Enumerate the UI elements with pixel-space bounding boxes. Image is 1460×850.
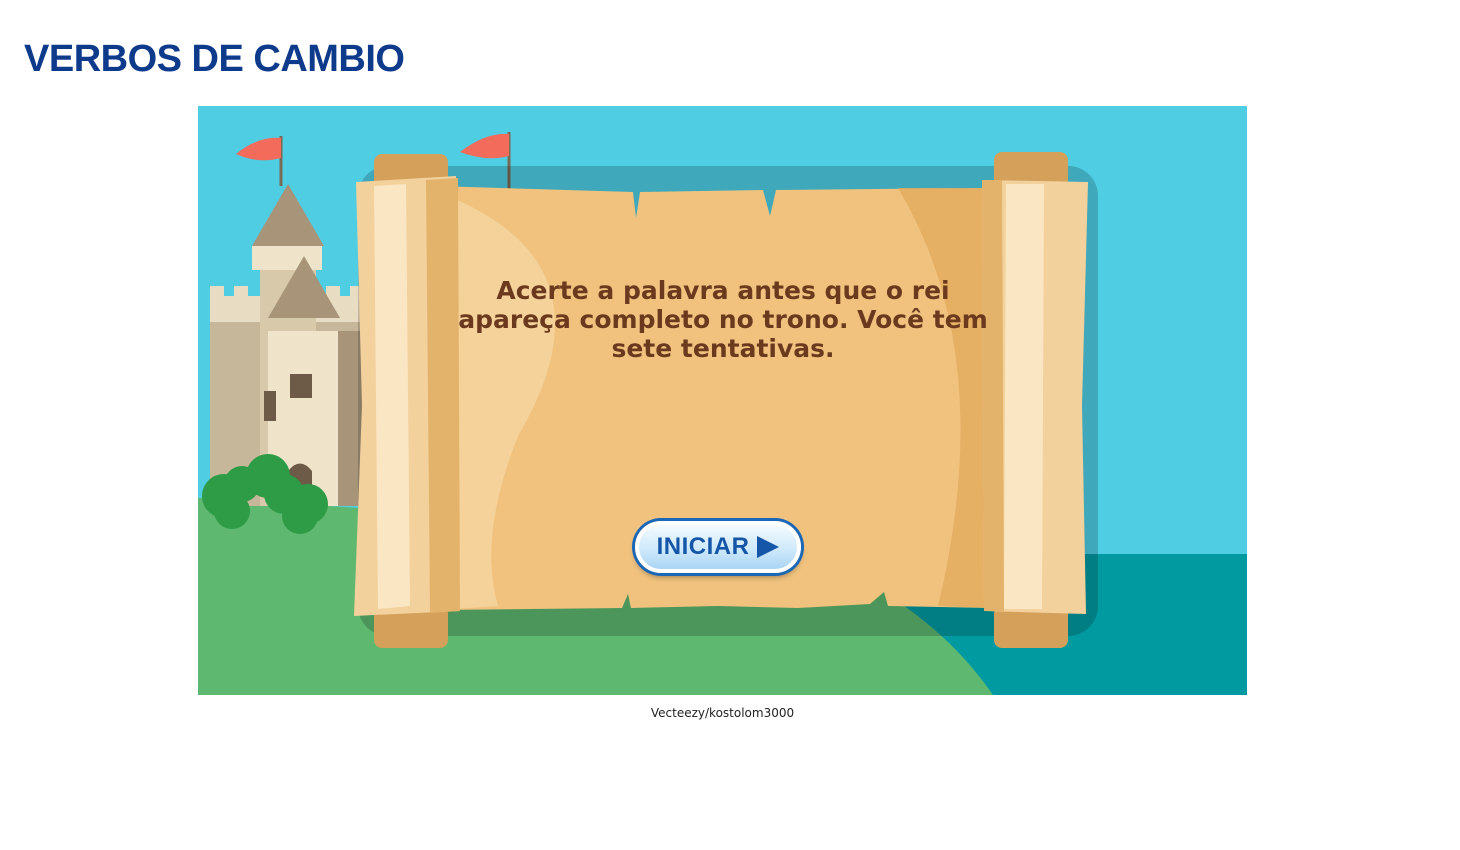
image-credit: Vecteezy/kostolom3000: [650, 706, 795, 720]
start-button-label: INICIAR: [656, 533, 750, 560]
play-icon: [757, 536, 780, 558]
game-scene: [198, 106, 1247, 695]
scroll-left-roll: [354, 154, 460, 648]
page-title: VERBOS DE CAMBIO: [24, 38, 405, 80]
instructions-text: Acerte a palavra antes que o rei apareça…: [458, 276, 988, 363]
game-frame[interactable]: Acerte a palavra antes que o rei apareça…: [198, 106, 1247, 695]
start-button[interactable]: INICIAR: [635, 521, 801, 573]
scroll-right-roll: [982, 152, 1088, 648]
